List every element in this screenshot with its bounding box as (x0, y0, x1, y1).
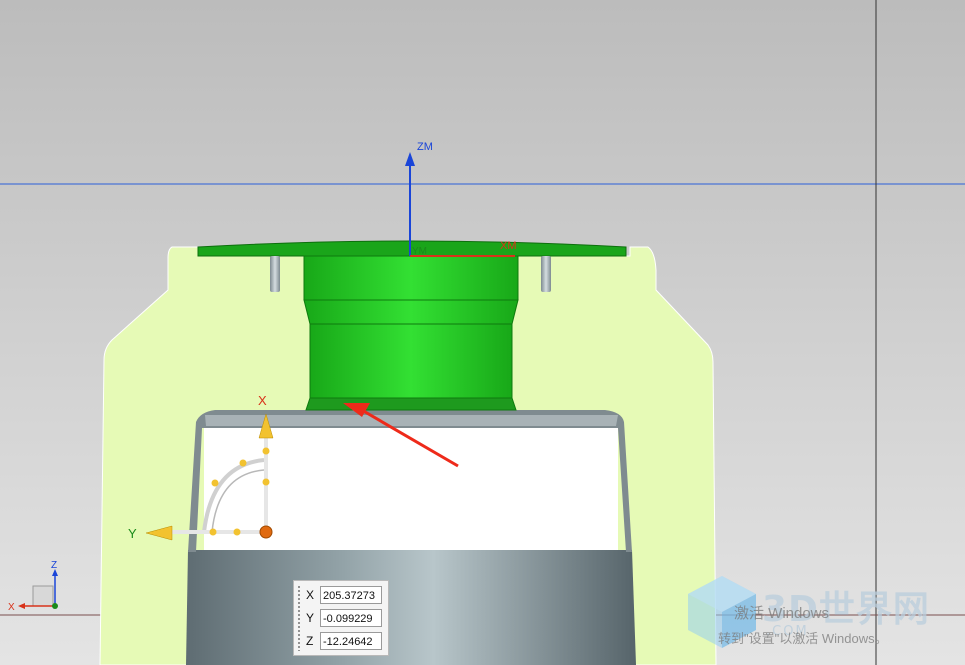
view-triad-origin (52, 603, 58, 609)
handle-point-y-mid[interactable] (209, 528, 217, 536)
handle-point-arc-low[interactable] (211, 479, 219, 487)
pin-right[interactable] (541, 256, 551, 292)
highlighted-boss-lower[interactable] (309, 323, 513, 399)
wcs-z-label: ZM (417, 141, 433, 153)
coord-row-z: Z -12.24642 (306, 631, 382, 651)
coord-x-label: X (306, 588, 315, 602)
handle-x-label: X (258, 393, 267, 408)
handle-point-x-mid[interactable] (262, 478, 270, 486)
cylinder-body[interactable] (186, 550, 636, 665)
handle-point-y-inner[interactable] (233, 528, 241, 536)
highlighted-boss-base[interactable] (305, 397, 517, 411)
wcs-y-label: YM (412, 246, 427, 257)
coord-y-input[interactable]: -0.099229 (320, 609, 382, 627)
coord-z-input[interactable]: -12.24642 (320, 632, 382, 650)
coordinate-input-panel: X 205.37273 Y -0.099229 Z -12.24642 (293, 580, 389, 656)
panel-drag-handle[interactable] (297, 585, 301, 651)
view-triad-x-label: X (8, 602, 15, 613)
coord-y-label: Y (306, 611, 315, 625)
wcs-x-label: XM (500, 240, 517, 252)
coord-x-input[interactable]: 205.37273 (320, 586, 382, 604)
view-triad-cube[interactable] (32, 585, 54, 607)
handle-point-x-top[interactable] (262, 447, 270, 455)
coord-row-y: Y -0.099229 (306, 608, 382, 628)
coord-row-x: X 205.37273 (306, 585, 382, 605)
view-triad-z-label: Z (51, 560, 57, 571)
pin-left[interactable] (270, 256, 280, 292)
handle-y-label: Y (128, 526, 137, 541)
coord-z-label: Z (306, 634, 314, 648)
highlighted-boss-neck[interactable] (303, 299, 519, 325)
handle-point-arc-top[interactable] (239, 459, 247, 467)
graphics-viewport[interactable]: ZM XM YM X Y Z X (0, 0, 965, 665)
highlighted-boss-upper[interactable] (303, 255, 519, 301)
handle-origin[interactable] (259, 525, 273, 539)
